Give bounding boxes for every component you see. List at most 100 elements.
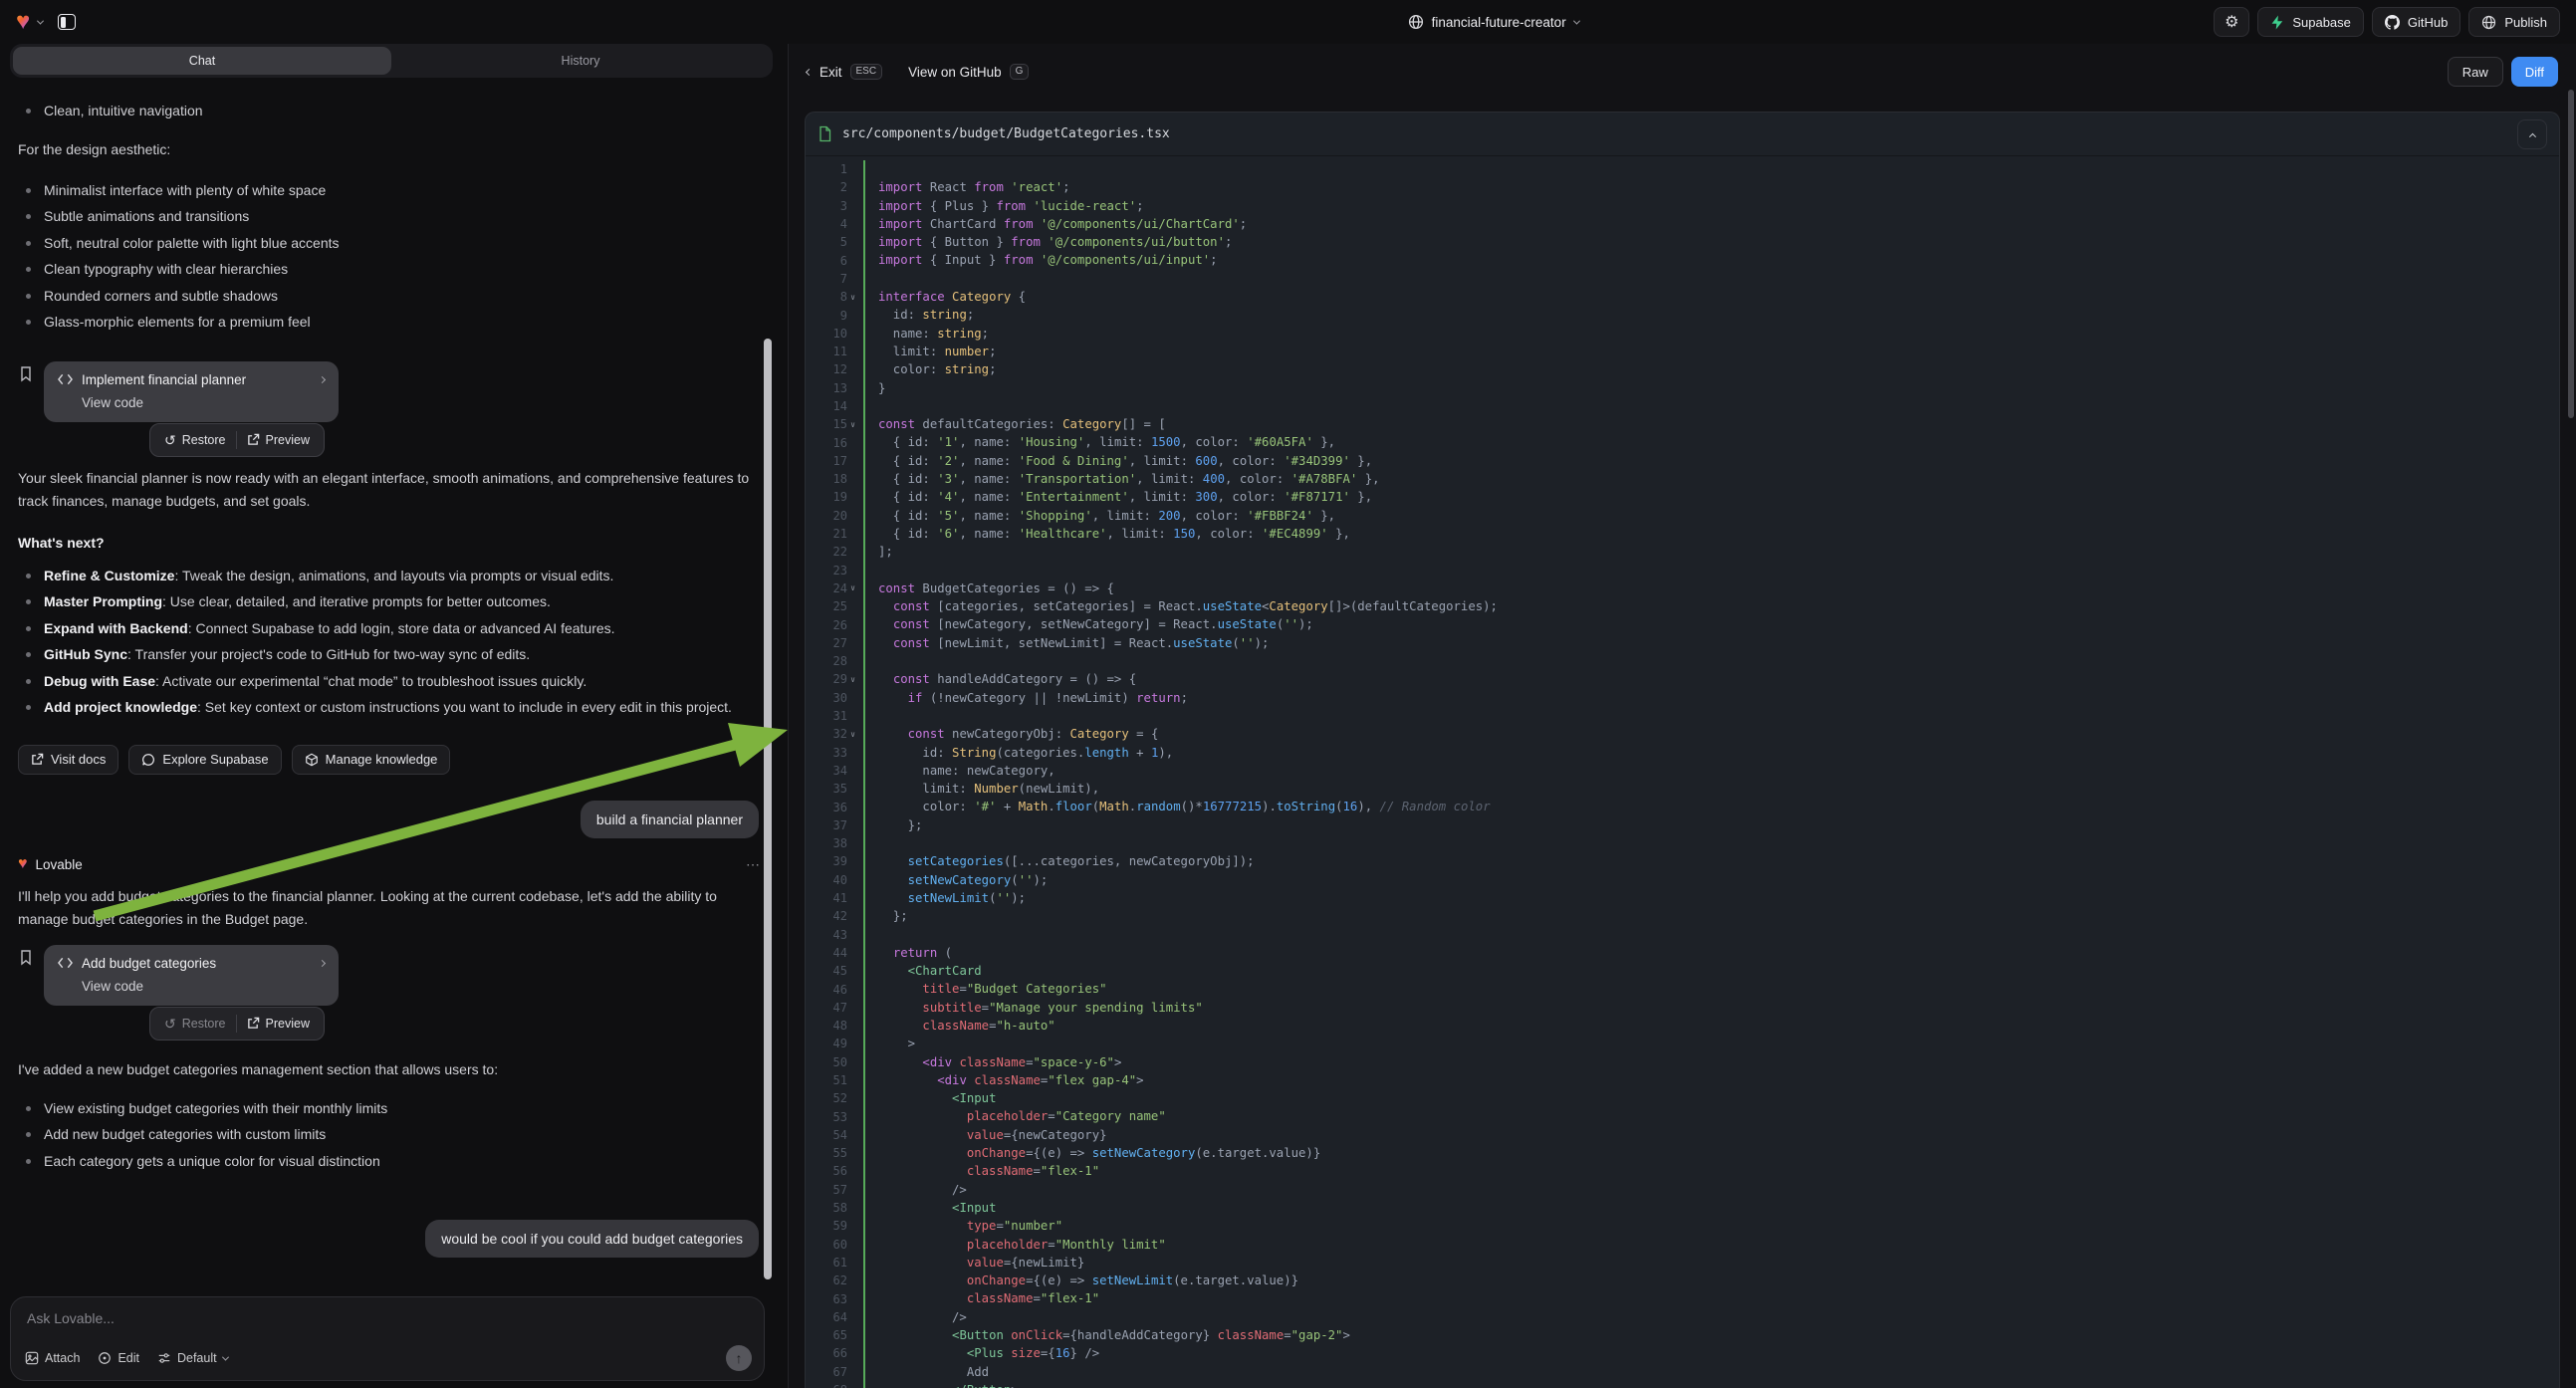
- code-scrollbar[interactable]: [2568, 90, 2574, 418]
- code-text: { id: '4', name: 'Entertainment', limit:…: [863, 488, 2559, 506]
- code-text: interface Category {: [863, 288, 2559, 306]
- logo-chevron-down-icon[interactable]: [37, 17, 44, 24]
- code-line: 51 <div className="flex gap-4">: [806, 1071, 2559, 1089]
- code-text: setCategories([...categories, newCategor…: [863, 852, 2559, 870]
- preview-button[interactable]: Preview: [237, 433, 320, 447]
- attach-button[interactable]: Attach: [25, 1351, 80, 1365]
- code-text: <Input: [863, 1089, 2559, 1107]
- code-text: import { Button } from '@/components/ui/…: [863, 233, 2559, 251]
- line-number: 14: [833, 399, 847, 413]
- edit-button[interactable]: Edit: [98, 1351, 139, 1365]
- restore-button[interactable]: ↺ Restore: [154, 1017, 236, 1031]
- tab-history[interactable]: History: [391, 47, 770, 75]
- restore-button[interactable]: ↺ Restore: [154, 433, 236, 447]
- code-line: 25 const [categories, setCategories] = R…: [806, 597, 2559, 615]
- send-button[interactable]: ↑: [726, 1345, 752, 1371]
- code-icon: [58, 373, 73, 385]
- line-number: 26: [833, 618, 847, 632]
- toggle-sidebar-button[interactable]: [51, 7, 83, 37]
- code-line: 64 />: [806, 1308, 2559, 1326]
- explore-supabase-button[interactable]: Explore Supabase: [128, 745, 281, 775]
- code-edit-card[interactable]: Add budget categories View code: [44, 945, 339, 1006]
- code-line: 4import ChartCard from '@/components/ui/…: [806, 215, 2559, 233]
- line-number: 68: [833, 1383, 847, 1388]
- gear-icon: ⚙: [2225, 12, 2238, 32]
- line-number: 44: [833, 946, 847, 960]
- code-text: placeholder="Category name": [863, 1107, 2559, 1125]
- code-viewer-header: Exit ESC View on GitHub G Raw Diff: [789, 44, 2576, 100]
- fold-chevron-icon[interactable]: ∨: [847, 583, 858, 592]
- code-edit-card[interactable]: Implement financial planner View code: [44, 361, 339, 422]
- code-line: 56 className="flex-1": [806, 1162, 2559, 1180]
- code-text: const BudgetCategories = () => {: [863, 579, 2559, 597]
- chat-input-box[interactable]: Ask Lovable... Attach Edit Default: [10, 1296, 765, 1381]
- item-label: GitHub Sync: [44, 646, 127, 662]
- supabase-button[interactable]: Supabase: [2257, 7, 2364, 37]
- file-path-bar[interactable]: src/components/budget/BudgetCategories.t…: [806, 113, 2559, 156]
- bookmark-icon[interactable]: [18, 365, 34, 382]
- code-line: 24∨const BudgetCategories = () => {: [806, 579, 2559, 597]
- code-text: const handleAddCategory = () => {: [863, 670, 2559, 688]
- code-line: 66 <Plus size={16} />: [806, 1344, 2559, 1362]
- line-number: 32: [833, 727, 847, 741]
- fold-chevron-icon[interactable]: ∨: [847, 730, 858, 739]
- fold-chevron-icon[interactable]: ∨: [847, 675, 858, 684]
- publish-globe-icon: [2481, 15, 2496, 30]
- more-options-button[interactable]: ⋯: [746, 856, 761, 873]
- arrow-up-icon: ↑: [736, 1350, 743, 1366]
- code-text: <Input: [863, 1199, 2559, 1217]
- tab-chat[interactable]: Chat: [13, 47, 391, 75]
- top-bar-left: ♥: [16, 7, 773, 37]
- preview-button[interactable]: Preview: [237, 1017, 320, 1031]
- fold-chevron-icon[interactable]: ∨: [847, 293, 858, 302]
- code-line: 10 name: string;: [806, 325, 2559, 343]
- chat-scrollbar[interactable]: [764, 339, 772, 1279]
- view-on-github-button[interactable]: View on GitHub G: [908, 64, 1029, 80]
- diff-button[interactable]: Diff: [2511, 57, 2558, 87]
- code-text: };: [863, 907, 2559, 925]
- intro-list: Clean, intuitive navigation: [18, 98, 761, 124]
- view-code-link[interactable]: View code: [82, 395, 325, 410]
- code-text: ​: [863, 707, 2559, 725]
- code-line: 22];: [806, 543, 2559, 561]
- list-item: Clean, intuitive navigation: [18, 98, 761, 124]
- code-line: 48 className="h-auto": [806, 1017, 2559, 1035]
- restore-label: Restore: [182, 433, 226, 447]
- visit-docs-button[interactable]: Visit docs: [18, 745, 118, 775]
- assistant-paragraph: I've added a new budget categories manag…: [18, 1058, 761, 1081]
- line-number: 36: [833, 801, 847, 814]
- raw-button[interactable]: Raw: [2448, 57, 2503, 87]
- code-text: { id: '6', name: 'Healthcare', limit: 15…: [863, 525, 2559, 543]
- bookmark-icon[interactable]: [18, 949, 34, 966]
- line-number: 63: [833, 1292, 847, 1306]
- fold-chevron-icon[interactable]: ∨: [847, 420, 858, 429]
- mode-selector[interactable]: Default: [157, 1351, 228, 1365]
- manage-knowledge-button[interactable]: Manage knowledge: [292, 745, 451, 775]
- line-number: 10: [833, 327, 847, 341]
- line-number: 43: [833, 928, 847, 942]
- publish-button[interactable]: Publish: [2468, 7, 2560, 37]
- github-button[interactable]: GitHub: [2372, 7, 2460, 37]
- lovable-logo-icon[interactable]: ♥: [16, 10, 30, 34]
- code-text: </Button>: [863, 1381, 2559, 1388]
- code-line: 38​: [806, 834, 2559, 852]
- code-text: id: String(categories.length + 1),: [863, 744, 2559, 762]
- code-line: 68 </Button>: [806, 1381, 2559, 1388]
- project-switcher[interactable]: financial-future-creator: [773, 14, 2214, 30]
- view-code-link[interactable]: View code: [82, 979, 325, 994]
- code-line: 27 const [newLimit, setNewLimit] = React…: [806, 634, 2559, 652]
- collapse-file-button[interactable]: [2517, 119, 2547, 149]
- settings-button[interactable]: ⚙: [2214, 7, 2249, 37]
- code-text: if (!newCategory || !newLimit) return;: [863, 689, 2559, 707]
- list-item: Soft, neutral color palette with light b…: [18, 230, 761, 257]
- line-number: 61: [833, 1256, 847, 1270]
- code-line: 45 <ChartCard: [806, 962, 2559, 980]
- code-text: ​: [863, 652, 2559, 670]
- code-line: 11 limit: number;: [806, 343, 2559, 360]
- exit-button[interactable]: Exit ESC: [807, 64, 882, 80]
- line-number: 33: [833, 746, 847, 760]
- list-item: Expand with Backend: Connect Supabase to…: [18, 615, 761, 642]
- project-name: financial-future-creator: [1432, 15, 1566, 30]
- explore-supabase-label: Explore Supabase: [162, 752, 268, 767]
- line-number: 16: [833, 436, 847, 450]
